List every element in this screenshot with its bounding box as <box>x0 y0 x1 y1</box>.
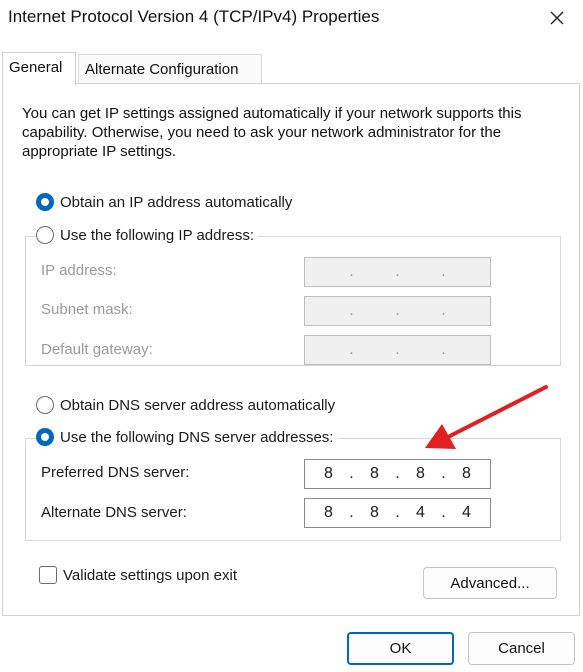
octet-separator: . <box>349 465 354 482</box>
checkbox-label: Validate settings upon exit <box>63 566 238 584</box>
octet: 4 <box>416 504 425 521</box>
radio-indicator-checked <box>36 428 54 446</box>
octet-separator: . <box>441 341 446 358</box>
alternate-dns-input[interactable]: 8 . 8 . 4 . 4 <box>304 498 491 528</box>
validate-settings-checkbox[interactable]: Validate settings upon exit <box>39 566 237 584</box>
octet-separator: . <box>395 263 400 280</box>
octet-separator: . <box>349 263 354 280</box>
ok-button[interactable]: OK <box>347 632 454 665</box>
tcpipv4-properties-dialog: Internet Protocol Version 4 (TCP/IPv4) P… <box>0 0 583 672</box>
octet: 4 <box>462 504 471 521</box>
default-gateway-label: Default gateway: <box>41 341 153 358</box>
subnet-mask-label: Subnet mask: <box>41 301 133 318</box>
octet-separator: . <box>349 341 354 358</box>
checkbox-indicator <box>39 566 57 584</box>
default-gateway-input[interactable]: . . . <box>304 335 491 365</box>
radio-use-following-ip[interactable]: Use the following IP address: <box>36 226 258 244</box>
radio-use-following-dns[interactable]: Use the following DNS server addresses: <box>36 428 338 446</box>
cancel-button[interactable]: Cancel <box>468 632 575 665</box>
octet-separator: . <box>395 465 400 482</box>
octet: 8 <box>370 504 379 521</box>
octet-separator: . <box>395 504 400 521</box>
ip-address-input[interactable]: . . . <box>304 257 491 287</box>
tab-strip: General Alternate Configuration <box>0 52 583 85</box>
radio-indicator <box>36 226 54 244</box>
radio-label: Obtain DNS server address automatically <box>60 396 336 414</box>
octet: 8 <box>416 465 425 482</box>
general-tab-panel: You can get IP settings assigned automat… <box>2 83 580 616</box>
window-title: Internet Protocol Version 4 (TCP/IPv4) P… <box>8 7 380 26</box>
close-button[interactable] <box>541 4 573 32</box>
close-icon <box>550 11 564 25</box>
radio-label: Obtain an IP address automatically <box>60 193 293 211</box>
radio-indicator <box>36 396 54 414</box>
octet-separator: . <box>441 263 446 280</box>
octet: 8 <box>370 465 379 482</box>
octet-separator: . <box>441 504 446 521</box>
octet-separator: . <box>349 504 354 521</box>
radio-obtain-dns-auto[interactable]: Obtain DNS server address automatically <box>36 396 340 414</box>
tab-general[interactable]: General <box>2 52 76 85</box>
alternate-dns-label: Alternate DNS server: <box>41 504 187 521</box>
radio-label: Use the following IP address: <box>60 226 254 244</box>
radio-label: Use the following DNS server addresses: <box>60 428 334 446</box>
octet: 8 <box>462 465 471 482</box>
octet-separator: . <box>441 302 446 319</box>
radio-indicator-checked <box>36 193 54 211</box>
title-bar: Internet Protocol Version 4 (TCP/IPv4) P… <box>0 0 583 38</box>
intro-text: You can get IP settings assigned automat… <box>22 105 522 160</box>
octet-separator: . <box>441 465 446 482</box>
octet: 8 <box>324 465 333 482</box>
preferred-dns-label: Preferred DNS server: <box>41 464 190 481</box>
octet: 8 <box>324 504 333 521</box>
ip-address-label: IP address: <box>41 262 117 279</box>
octet-separator: . <box>395 341 400 358</box>
octet-separator: . <box>395 302 400 319</box>
octet-separator: . <box>349 302 354 319</box>
tab-alternate-configuration[interactable]: Alternate Configuration <box>78 54 262 84</box>
preferred-dns-input[interactable]: 8 . 8 . 8 . 8 <box>304 459 491 489</box>
advanced-button[interactable]: Advanced... <box>423 567 557 599</box>
subnet-mask-input[interactable]: . . . <box>304 296 491 326</box>
radio-obtain-ip-auto[interactable]: Obtain an IP address automatically <box>36 193 297 211</box>
